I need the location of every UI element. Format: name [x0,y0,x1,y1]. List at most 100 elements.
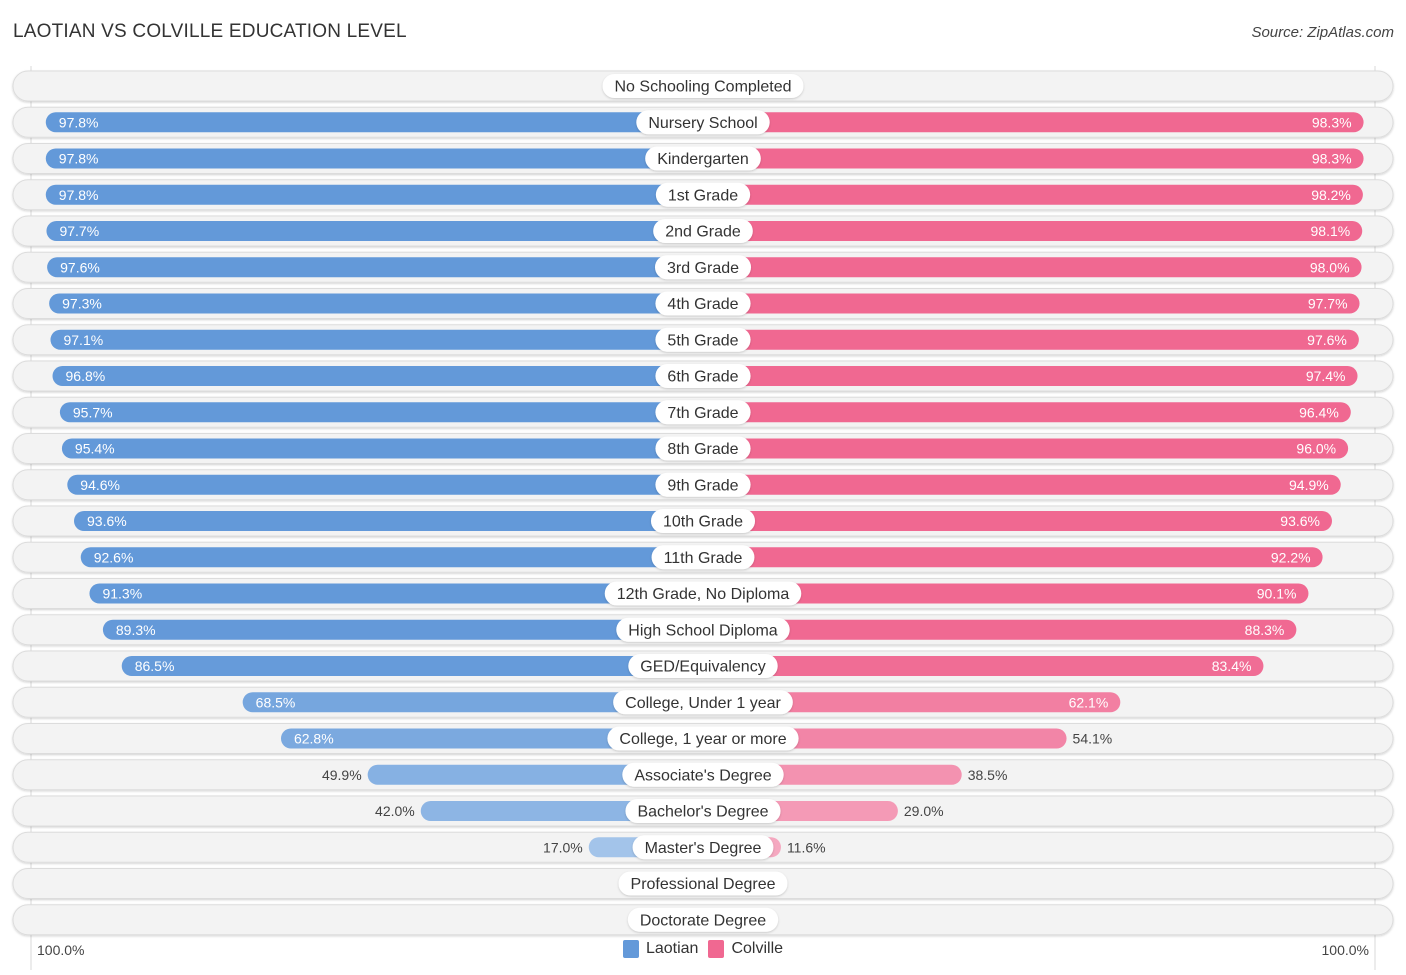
laotian-bar [47,257,704,278]
legend: Laotian Colville [0,940,1406,958]
category-label: 10th Grade [663,514,743,531]
chart-row: 97.8% 98.2% 1st Grade [12,179,1394,211]
laotian-bar [52,366,703,386]
chart-row: 17.0% 11.6% Master's Degree [12,831,1394,863]
chart-row: 42.0% 29.0% Bachelor's Degree [12,795,1394,827]
laotian-value-label: 95.4% [75,441,115,457]
category-label: 1st Grade [668,187,738,204]
colville-bar [703,366,1358,386]
colville-bar [703,257,1362,278]
chart-row: 92.6% 92.2% 11th Grade [12,541,1394,573]
colville-bar [703,511,1332,531]
chart-canvas: 2.2%1.9%No Schooling Completed 97.8% 98.3%… [12,66,1394,970]
colville-value-label: 97.7% [1308,296,1348,312]
laotian-bar [59,402,704,423]
chart-row: 95.4% 96.0% 8th Grade [12,433,1394,464]
colville-value-label: 62.1% [1069,694,1109,710]
colville-value-label: 83.4% [1212,658,1252,674]
chart-row: 93.6% 93.6% 10th Grade [12,505,1394,537]
category-label: Bachelor's Degree [637,804,768,821]
colville-bar [703,221,1363,241]
laotian-value-label: 86.5% [135,658,175,674]
colville-value-label: 97.6% [1307,332,1347,348]
laotian-value-label: 97.8% [59,151,99,167]
laotian-bar [46,221,704,241]
category-label: 6th Grade [667,369,738,386]
chart-row: 97.3% 97.7% 4th Grade [12,288,1394,319]
colville-value-label: 92.2% [1271,549,1311,565]
legend-item-laotian[interactable]: Laotian [622,940,698,958]
laotian-bar [50,329,704,350]
colville-bar [703,293,1360,314]
laotian-value-label: 17.0% [543,839,583,855]
laotian-bar [67,474,703,495]
laotian-value-label: 97.8% [59,187,99,203]
category-label: 5th Grade [667,332,738,349]
chart-row: 97.6% 98.0% 3rd Grade [12,251,1394,283]
laotian-value-label: 94.6% [80,477,120,493]
colville-bar [703,619,1297,640]
category-label: 8th Grade [667,441,738,458]
colville-value-label: 29.0% [904,803,944,819]
category-label: College, 1 year or more [619,731,786,748]
laotian-bar [45,184,704,205]
chart-row: 95.7% 96.4% 7th Grade [12,396,1394,428]
chart-row: 2.3%1.6%Doctorate Degree [12,904,1394,936]
laotian-bar [61,438,704,459]
chart-row: 97.1% 97.6% 5th Grade [12,324,1394,356]
category-label: Kindergarten [657,151,749,168]
laotian-value-label: 93.6% [87,513,127,529]
legend-label-colville: Colville [731,940,784,957]
category-label: Associate's Degree [634,767,771,784]
laotian-value-label: 92.6% [94,549,134,565]
laotian-value-label: 97.7% [59,223,99,239]
category-label: 12th Grade, No Diploma [617,586,790,603]
chart-row: 94.6% 94.9% 9th Grade [12,469,1394,501]
chart-row: 97.8% 98.3% Nursery School [12,106,1394,138]
colville-bar [703,184,1363,205]
category-label: Master's Degree [645,840,762,857]
colville-value-label: 88.3% [1245,622,1285,638]
colville-value-label: 98.1% [1311,223,1351,239]
colville-value-label: 96.0% [1296,441,1336,457]
colville-bar [703,438,1349,459]
colville-value-label: 54.1% [1073,731,1113,747]
colville-value-label: 97.4% [1306,368,1346,384]
category-label: Doctorate Degree [640,912,766,929]
colville-value-label: 38.5% [968,767,1008,783]
legend-swatch-laotian [622,940,639,958]
laotian-value-label: 96.8% [66,368,106,384]
laotian-value-label: 91.3% [102,586,142,602]
chart-row: 5.2%3.8%Professional Degree [12,868,1394,899]
laotian-value-label: 68.5% [256,694,296,710]
colville-value-label: 90.1% [1257,586,1297,602]
laotian-bar [74,511,704,531]
laotian-value-label: 97.3% [62,296,102,312]
colville-bar [703,402,1351,423]
chart-row: 2.2%1.9%No Schooling Completed [12,70,1394,102]
category-label: Nursery School [648,115,757,132]
category-label: 11th Grade [664,550,743,567]
colville-bar [703,112,1364,133]
chart-row: 97.8% 98.3% Kindergarten [12,143,1394,174]
colville-value-label: 94.9% [1289,477,1329,493]
colville-value-label: 96.4% [1299,404,1339,420]
colville-value-label: 93.6% [1280,513,1320,529]
colville-bar [703,148,1364,169]
laotian-value-label: 97.6% [60,259,100,275]
laotian-value-label: 97.1% [63,332,103,348]
laotian-bar [102,619,704,640]
chart-row: 91.3% 90.1% 12th Grade, No Diploma [12,578,1394,609]
laotian-value-label: 89.3% [116,622,156,638]
colville-bar [703,656,1264,676]
category-label: 4th Grade [667,296,738,313]
legend-item-colville[interactable]: Colville [708,940,783,958]
chart-row: 62.8% 54.1% College, 1 year or more [12,723,1394,754]
colville-value-label: 98.3% [1312,114,1352,130]
chart-row: 89.3% 88.3% High School Diploma [12,614,1394,646]
laotian-value-label: 95.7% [73,404,113,420]
category-label: 7th Grade [667,405,738,422]
laotian-value-label: 97.8% [59,114,99,130]
laotian-value-label: 49.9% [322,767,362,783]
laotian-bar [121,656,704,676]
